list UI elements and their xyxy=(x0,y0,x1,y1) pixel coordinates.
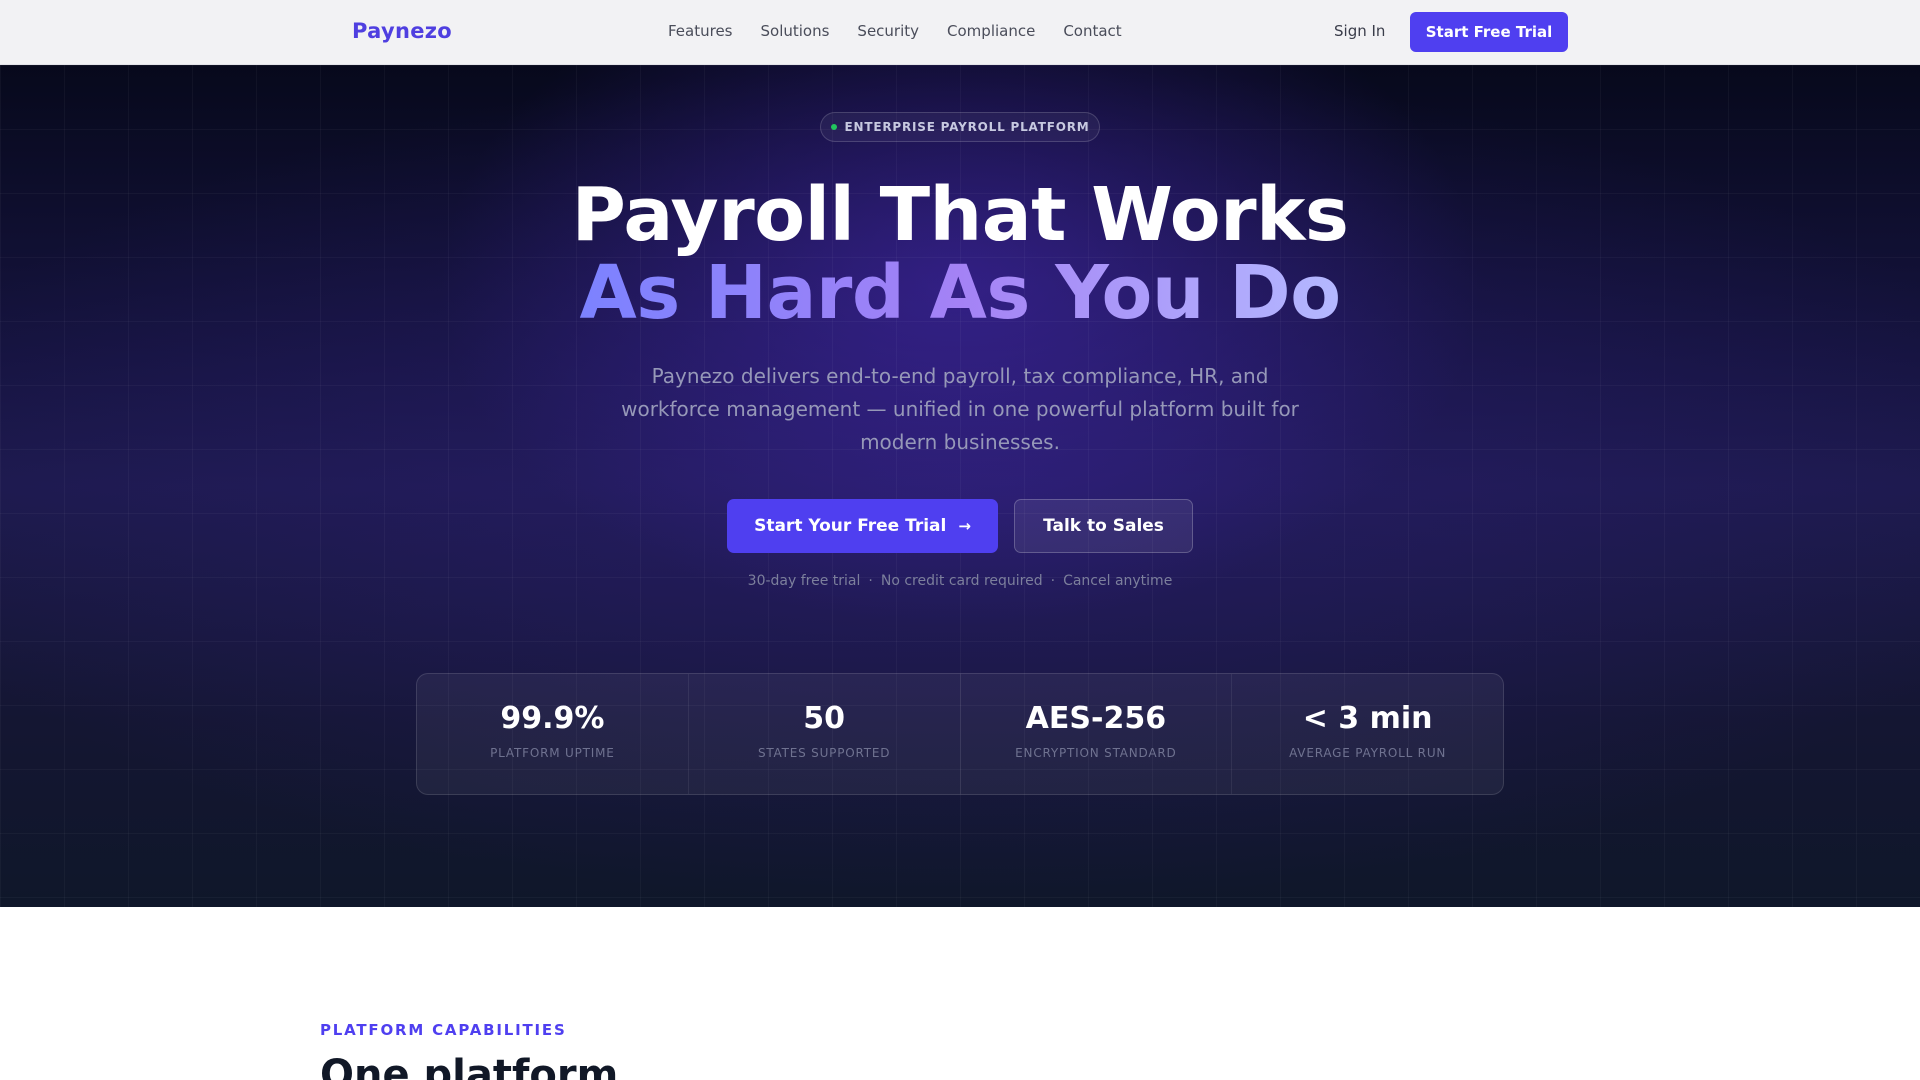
hero-headline-line2: As Hard As You Do xyxy=(0,256,1920,330)
stat-value: 99.9% xyxy=(500,701,605,736)
stat-uptime: 99.9% PLATFORM UPTIME xyxy=(417,674,689,794)
platform-badge: ENTERPRISE PAYROLL PLATFORM xyxy=(820,112,1100,142)
talk-to-sales-button[interactable]: Talk to Sales xyxy=(1014,499,1193,553)
nav-link-compliance[interactable]: Compliance xyxy=(947,22,1035,40)
separator-dot: · xyxy=(1050,573,1056,589)
stat-label: AVERAGE PAYROLL RUN xyxy=(1289,746,1447,760)
badge-label: ENTERPRISE PAYROLL PLATFORM xyxy=(844,120,1090,134)
nav-link-solutions[interactable]: Solutions xyxy=(761,22,830,40)
separator-dot: · xyxy=(868,573,873,589)
nav-links: Features Solutions Security Compliance C… xyxy=(668,22,1122,40)
section-title: One platform. xyxy=(320,1052,634,1080)
stat-value: AES-256 xyxy=(1025,701,1167,736)
capabilities-section: PLATFORM CAPABILITIES One platform. xyxy=(0,907,1920,1080)
sign-in-link[interactable]: Sign In xyxy=(1334,22,1385,40)
stat-encryption: AES-256 ENCRYPTION STANDARD xyxy=(961,674,1233,794)
stat-label: STATES SUPPORTED xyxy=(757,746,891,760)
stat-value: 50 xyxy=(803,701,845,736)
stat-label: PLATFORM UPTIME xyxy=(490,746,615,760)
trial-note-item: Cancel anytime xyxy=(1063,573,1173,589)
trial-note-item: No credit card required xyxy=(880,573,1043,589)
hero-subtext: Paynezo delivers end-to-end payroll, tax… xyxy=(621,364,1299,454)
stat-states: 50 STATES SUPPORTED xyxy=(689,674,961,794)
start-your-free-trial-button[interactable]: Start Your Free Trial → xyxy=(727,499,998,553)
stat-label: ENCRYPTION STANDARD xyxy=(1015,746,1177,760)
nav-link-security[interactable]: Security xyxy=(857,22,919,40)
top-navigation: Paynezo Features Solutions Security Comp… xyxy=(0,0,1920,65)
hero-headline-gradient-text: As Hard As You Do xyxy=(579,250,1341,336)
stats-panel: 99.9% PLATFORM UPTIME 50 STATES SUPPORTE… xyxy=(416,673,1504,795)
trial-notes: 30-day free trial · No credit card require… xyxy=(0,573,1920,589)
start-free-trial-button[interactable]: Start Free Trial xyxy=(1410,12,1568,52)
section-eyebrow: PLATFORM CAPABILITIES xyxy=(320,1021,567,1039)
hero-headline-line1: Payroll That Works xyxy=(571,172,1349,258)
stat-payroll-run: < 3 min AVERAGE PAYROLL RUN xyxy=(1232,674,1503,794)
nav-link-contact[interactable]: Contact xyxy=(1063,22,1121,40)
arrow-right-icon: → xyxy=(958,517,971,535)
nav-link-features[interactable]: Features xyxy=(668,22,733,40)
start-your-free-trial-label: Start Your Free Trial xyxy=(754,516,947,536)
status-dot-icon xyxy=(830,124,837,130)
stat-value: < 3 min xyxy=(1302,701,1433,736)
logo[interactable]: Paynezo xyxy=(352,19,452,43)
hero-section: ENTERPRISE PAYROLL PLATFORM Payroll That… xyxy=(0,65,1920,907)
trial-note-item: 30-day free trial xyxy=(747,573,861,589)
